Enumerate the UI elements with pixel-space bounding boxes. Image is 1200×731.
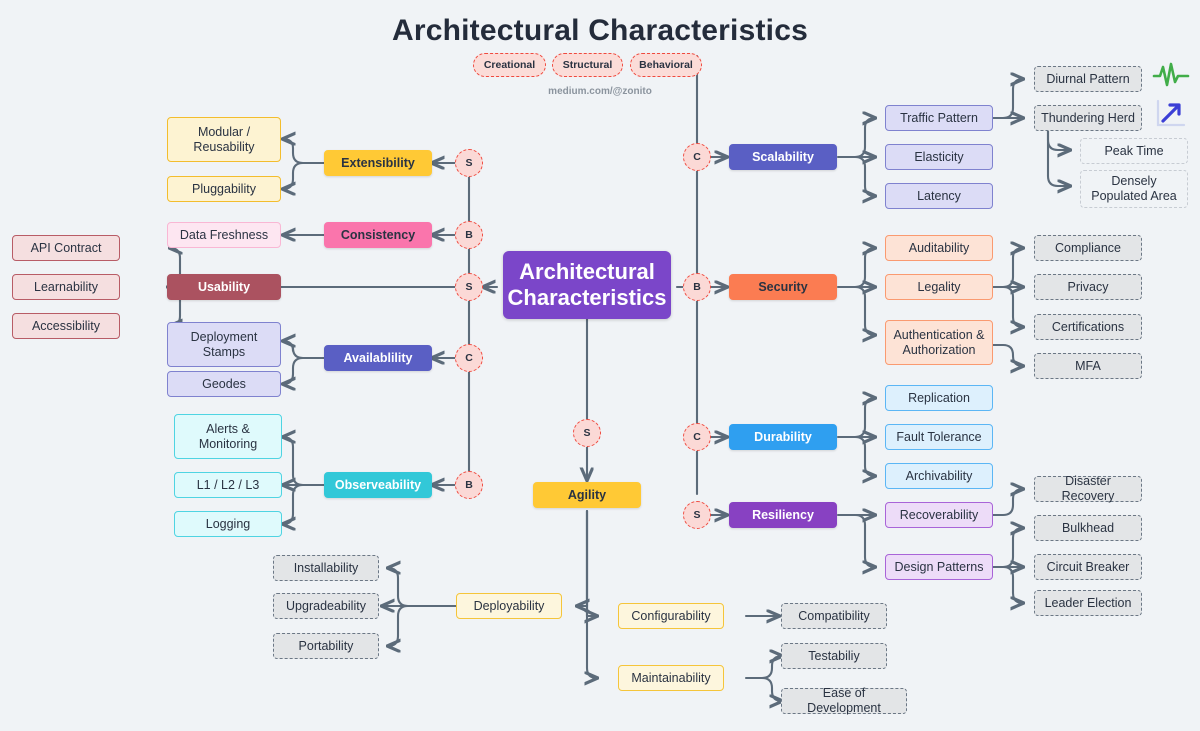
node-authentication-authorization-line-1: Authentication & (893, 327, 985, 342)
badge-durability[interactable]: C (683, 423, 711, 451)
node-privacy[interactable]: Privacy (1034, 274, 1142, 300)
pulse-waveform-icon (1152, 60, 1190, 95)
node-compliance[interactable]: Compliance (1034, 235, 1142, 261)
node-design-patterns[interactable]: Design Patterns (885, 554, 993, 580)
node-auditability[interactable]: Auditability (885, 235, 993, 261)
node-scalability[interactable]: Scalability (729, 144, 837, 170)
node-densely-populated-area-line-2: Populated Area (1091, 189, 1177, 203)
node-availability[interactable]: Availablility (324, 345, 432, 371)
node-authentication-authorization-line-2: Authorization (902, 342, 976, 357)
legend-pill-creational[interactable]: Creational (473, 53, 546, 77)
badge-agility[interactable]: S (573, 419, 601, 447)
node-archivability[interactable]: Archivability (885, 463, 993, 489)
badge-availability[interactable]: C (455, 344, 483, 372)
node-agility[interactable]: Agility (533, 482, 641, 508)
node-l1-l2-l3[interactable]: L1 / L2 / L3 (174, 472, 282, 498)
center-node-architectural-characteristics[interactable]: Architectural Characteristics (503, 251, 671, 319)
node-learnability[interactable]: Learnability (12, 274, 120, 300)
node-extensibility[interactable]: Extensibility (324, 150, 432, 176)
node-api-contract[interactable]: API Contract (12, 235, 120, 261)
node-deployment-stamps-line-2: Stamps (202, 344, 246, 359)
credit-text: medium.com/@zonito (548, 86, 652, 97)
page-title: Architectural Characteristics (392, 14, 808, 47)
node-disaster-recovery[interactable]: Disaster Recovery (1034, 474, 1142, 503)
node-durability[interactable]: Durability (729, 424, 837, 450)
node-latency[interactable]: Latency (885, 183, 993, 209)
node-modular-reusability[interactable]: Modular / Reusability (167, 117, 281, 162)
legend-pill-behavioral[interactable]: Behavioral (630, 53, 702, 77)
node-densely-populated-area[interactable]: Densely Populated Area (1080, 170, 1188, 208)
node-traffic-pattern[interactable]: Traffic Pattern (885, 105, 993, 131)
badge-resiliency[interactable]: S (683, 501, 711, 529)
node-compatibility[interactable]: Compatibility (781, 603, 887, 629)
node-configurability[interactable]: Configurability (618, 603, 724, 629)
node-security[interactable]: Security (729, 274, 837, 300)
node-deployment-stamps[interactable]: Deployment Stamps (167, 322, 281, 367)
node-ease-of-development[interactable]: Ease of Development (781, 686, 907, 715)
node-modular-reusability-line-2: Reusability (193, 139, 255, 154)
node-consistency[interactable]: Consistency (324, 222, 432, 248)
legend-pill-structural[interactable]: Structural (552, 53, 623, 77)
node-portability[interactable]: Portability (273, 633, 379, 659)
badge-usability[interactable]: S (455, 273, 483, 301)
node-legality[interactable]: Legality (885, 274, 993, 300)
node-observeability[interactable]: Observeability (324, 472, 432, 498)
badge-scalability[interactable]: C (683, 143, 711, 171)
node-peak-time[interactable]: Peak Time (1080, 138, 1188, 164)
node-bulkhead[interactable]: Bulkhead (1034, 515, 1142, 541)
node-certifications[interactable]: Certifications (1034, 314, 1142, 340)
node-fault-tolerance[interactable]: Fault Tolerance (885, 424, 993, 450)
node-elasticity[interactable]: Elasticity (885, 144, 993, 170)
badge-consistency[interactable]: B (455, 221, 483, 249)
badge-observeability[interactable]: B (455, 471, 483, 499)
node-circuit-breaker[interactable]: Circuit Breaker (1034, 554, 1142, 580)
node-modular-reusability-line-1: Modular / (197, 124, 251, 139)
badge-security[interactable]: B (683, 273, 711, 301)
node-diurnal-pattern[interactable]: Diurnal Pattern (1034, 66, 1142, 92)
node-recoverability[interactable]: Recoverability (885, 502, 993, 528)
node-replication[interactable]: Replication (885, 385, 993, 411)
node-authentication-authorization[interactable]: Authentication & Authorization (885, 320, 993, 365)
node-installability[interactable]: Installability (273, 555, 379, 581)
node-alerts-monitoring-line-2: Monitoring (198, 436, 258, 451)
node-densely-populated-area-line-1: Densely (1111, 174, 1157, 189)
badge-extensibility[interactable]: S (455, 149, 483, 177)
node-logging[interactable]: Logging (174, 511, 282, 537)
node-upgradeability[interactable]: Upgradeability (273, 593, 379, 619)
node-usability[interactable]: Usability (167, 274, 281, 300)
node-pluggability[interactable]: Pluggability (167, 176, 281, 202)
node-alerts-monitoring[interactable]: Alerts & Monitoring (174, 414, 282, 459)
node-deployability[interactable]: Deployability (456, 593, 562, 619)
node-deployment-stamps-line-1: Deployment (190, 329, 258, 344)
trend-arrow-up-icon (1155, 98, 1187, 135)
node-data-freshness[interactable]: Data Freshness (167, 222, 281, 248)
node-geodes[interactable]: Geodes (167, 371, 281, 397)
diagram-canvas: Architectural Characteristics Creational… (0, 0, 1200, 731)
node-accessibility[interactable]: Accessibility (12, 313, 120, 339)
node-thundering-herd[interactable]: Thundering Herd (1034, 105, 1142, 131)
center-node-line-2: Characteristics (507, 285, 667, 310)
node-alerts-monitoring-line-1: Alerts & (206, 421, 250, 436)
node-leader-election[interactable]: Leader Election (1034, 590, 1142, 616)
node-testability[interactable]: Testabiliy (781, 643, 887, 669)
node-resiliency[interactable]: Resiliency (729, 502, 837, 528)
node-maintainability[interactable]: Maintainability (618, 665, 724, 691)
node-mfa[interactable]: MFA (1034, 353, 1142, 379)
center-node-line-1: Architectural (519, 259, 655, 285)
